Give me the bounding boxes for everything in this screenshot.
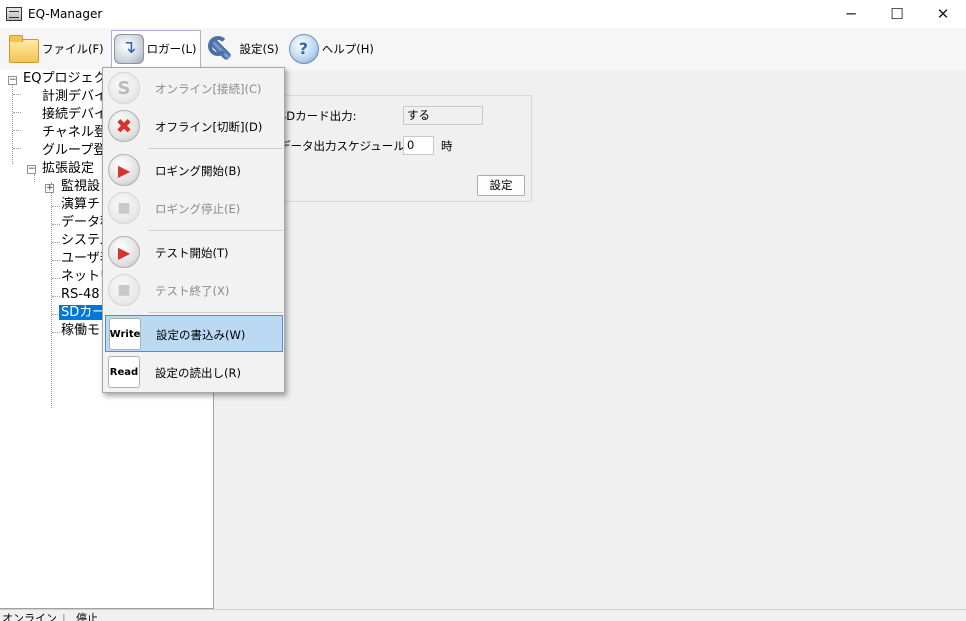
menu-separator bbox=[149, 230, 283, 231]
tree-connector bbox=[34, 174, 35, 182]
menu-file[interactable]: ファイル(F) bbox=[6, 30, 109, 68]
app-icon bbox=[6, 7, 22, 21]
tree-item[interactable]: 稼働モ bbox=[61, 322, 100, 340]
tree-connector bbox=[13, 130, 21, 131]
write-icon: Write bbox=[109, 318, 141, 350]
collapse-toggle[interactable]: − bbox=[8, 76, 17, 85]
tree-item[interactable]: 演算チ bbox=[61, 196, 100, 214]
test-start-icon: ▶ bbox=[108, 236, 140, 268]
online-icon: S bbox=[108, 72, 140, 104]
menu-item-logging-stop-label: ロギング停止(E) bbox=[155, 202, 241, 216]
tree-connector bbox=[52, 332, 60, 333]
tree-item[interactable]: 拡張設定 bbox=[42, 160, 94, 178]
tree-item-label: グループ登 bbox=[42, 143, 107, 158]
logging-stop-icon: ■ bbox=[108, 192, 140, 224]
tree-connector bbox=[52, 278, 60, 279]
sd-output-value: する bbox=[403, 106, 483, 125]
menu-logger[interactable]: ロガー(L) bbox=[110, 30, 202, 68]
sd-output-label: SDカード出力: bbox=[279, 109, 357, 123]
menu-logger-label: ロガー(L) bbox=[146, 42, 197, 56]
schedule-unit: 時 bbox=[441, 139, 453, 153]
wrench-icon bbox=[206, 34, 236, 64]
tree-item-label: 演算チ bbox=[61, 197, 101, 212]
tree-connector bbox=[13, 94, 21, 95]
tree-item-label: SDカー bbox=[59, 305, 108, 320]
write-icon-text: Write bbox=[109, 328, 141, 340]
tree-connector bbox=[52, 224, 60, 225]
menu-item-logging-stop[interactable]: ■ ロギング停止(E) bbox=[105, 190, 283, 226]
menu-item-test-end[interactable]: ■ テスト終了(X) bbox=[105, 272, 283, 308]
status-state: 停止 bbox=[76, 612, 98, 621]
logger-dropdown-menu: S オンライン[接続](C) ✖ オフライン[切断](D) ▶ ロギング開始(B… bbox=[102, 67, 285, 393]
read-icon-text: Read bbox=[109, 366, 139, 378]
tree-connector bbox=[13, 148, 21, 149]
status-divider: | bbox=[62, 612, 66, 621]
menu-item-online-label: オンライン[接続](C) bbox=[155, 82, 262, 96]
schedule-input[interactable]: 0 bbox=[403, 136, 434, 155]
menu-item-logging-start[interactable]: ▶ ロギング開始(B) bbox=[105, 152, 283, 188]
menu-item-offline-label: オフライン[切断](D) bbox=[155, 120, 263, 134]
minimize-button[interactable]: ─ bbox=[828, 0, 874, 28]
help-icon bbox=[288, 34, 319, 64]
title-bar: EQ-Manager ─ ☐ ✕ bbox=[0, 0, 966, 28]
status-connection: オンライン bbox=[2, 612, 57, 621]
status-bar: オンライン | 停止 bbox=[0, 609, 966, 621]
tree-item-label: RS-48 bbox=[61, 287, 100, 302]
menu-item-write-settings[interactable]: Write 設定の書込み(W) bbox=[105, 315, 283, 352]
tree-connector bbox=[51, 182, 52, 408]
tree-item-label: チャネル登 bbox=[42, 125, 107, 140]
tree-item-label: 計測デバイ bbox=[42, 89, 108, 104]
tree-item-selected[interactable]: SDカー bbox=[59, 304, 108, 322]
menu-bar: ファイル(F) ロガー(L) 設定(S) ヘルプ(H) bbox=[0, 28, 966, 70]
expand-toggle[interactable]: + bbox=[45, 184, 54, 193]
collapse-toggle[interactable]: − bbox=[27, 165, 36, 174]
test-end-icon: ■ bbox=[108, 274, 140, 306]
maximize-button[interactable]: ☐ bbox=[874, 0, 920, 28]
menu-settings[interactable]: 設定(S) bbox=[203, 30, 283, 68]
tree-connector bbox=[12, 84, 13, 164]
menu-settings-label: 設定(S) bbox=[239, 42, 279, 56]
sd-settings-group: SDカード出力: する データ出力スケジュール: 0 時 設定 bbox=[266, 95, 532, 202]
schedule-label: データ出力スケジュール: bbox=[279, 139, 409, 153]
logging-start-icon: ▶ bbox=[108, 154, 140, 186]
menu-item-logging-start-label: ロギング開始(B) bbox=[155, 164, 241, 178]
menu-separator bbox=[149, 148, 283, 149]
tree-connector bbox=[13, 112, 21, 113]
window-controls: ─ ☐ ✕ bbox=[828, 0, 966, 28]
window-title: EQ-Manager bbox=[28, 7, 103, 21]
menu-item-online[interactable]: S オンライン[接続](C) bbox=[105, 70, 283, 106]
menu-item-test-start[interactable]: ▶ テスト開始(T) bbox=[105, 234, 283, 270]
menu-item-offline[interactable]: ✖ オフライン[切断](D) bbox=[105, 108, 283, 144]
menu-item-write-settings-label: 設定の書込み(W) bbox=[156, 328, 246, 342]
tree-item-label: 監視設 bbox=[61, 179, 101, 194]
tree-connector bbox=[52, 296, 60, 297]
set-button[interactable]: 設定 bbox=[477, 175, 525, 196]
tree-connector bbox=[52, 242, 60, 243]
tree-item-label: 稼働モ bbox=[61, 323, 101, 338]
menu-item-test-start-label: テスト開始(T) bbox=[155, 246, 229, 260]
menu-help[interactable]: ヘルプ(H) bbox=[286, 30, 379, 68]
menu-help-label: ヘルプ(H) bbox=[321, 42, 374, 56]
menu-separator bbox=[149, 312, 283, 313]
tree-item[interactable]: RS-48 bbox=[61, 286, 100, 304]
tree-connector bbox=[52, 260, 60, 261]
read-icon: Read bbox=[108, 356, 140, 388]
menu-item-read-settings[interactable]: Read 設定の読出し(R) bbox=[105, 354, 283, 390]
tree-item-label: 拡張設定 bbox=[42, 161, 95, 176]
tree-item[interactable]: 計測デバイ bbox=[42, 88, 107, 106]
menu-item-read-settings-label: 設定の読出し(R) bbox=[155, 366, 241, 380]
tree-connector bbox=[52, 206, 60, 207]
tree-item[interactable]: チャネル登 bbox=[42, 124, 107, 142]
tree-item[interactable]: 監視設 bbox=[61, 178, 100, 196]
tree-item-label: 接続デバイ bbox=[42, 107, 108, 122]
close-button[interactable]: ✕ bbox=[920, 0, 966, 28]
folder-icon bbox=[9, 35, 39, 63]
menu-file-label: ファイル(F) bbox=[42, 42, 104, 56]
offline-icon: ✖ bbox=[108, 110, 140, 142]
logger-icon bbox=[113, 34, 144, 64]
tree-item[interactable]: グループ登 bbox=[42, 142, 106, 160]
tree-item[interactable]: 接続デバイ bbox=[42, 106, 107, 124]
menu-item-test-end-label: テスト終了(X) bbox=[155, 284, 230, 298]
